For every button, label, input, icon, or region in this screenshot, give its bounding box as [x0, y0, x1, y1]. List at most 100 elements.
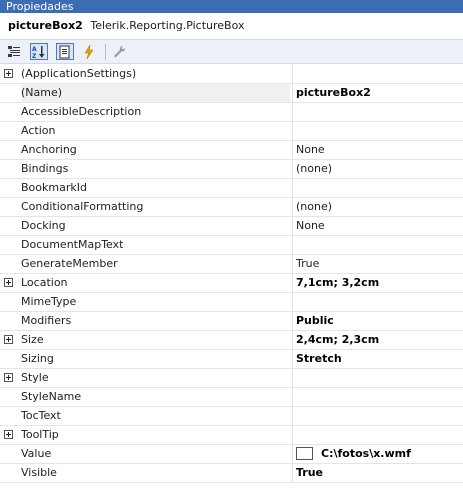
row-gutter: [0, 369, 17, 387]
column-divider: [292, 103, 293, 121]
property-name[interactable]: Anchoring: [21, 141, 290, 159]
property-row[interactable]: Action: [0, 122, 463, 141]
property-name[interactable]: Docking: [21, 217, 290, 235]
svg-text:A: A: [32, 46, 37, 53]
property-value[interactable]: [296, 369, 461, 387]
property-pages-button[interactable]: [110, 43, 128, 60]
property-row[interactable]: StyleName: [0, 388, 463, 407]
expand-icon[interactable]: [4, 335, 13, 344]
property-name[interactable]: (Name): [21, 84, 290, 102]
svg-text:Z: Z: [32, 53, 37, 59]
property-name[interactable]: Visible: [21, 464, 290, 482]
property-name[interactable]: (ApplicationSettings): [21, 65, 290, 83]
property-value-text: (none): [296, 200, 333, 213]
property-name[interactable]: ConditionalFormatting: [21, 198, 290, 216]
property-value[interactable]: [296, 65, 461, 83]
property-name[interactable]: AccessibleDescription: [21, 103, 290, 121]
property-grid: (ApplicationSettings) (Name) pictureBox2 Ac…: [0, 65, 463, 485]
property-value[interactable]: (none): [296, 198, 461, 216]
property-value[interactable]: [296, 103, 461, 121]
property-name[interactable]: Value: [21, 445, 290, 463]
property-name[interactable]: Size: [21, 331, 290, 349]
grid-footer: [0, 485, 463, 503]
property-name[interactable]: DocumentMapText: [21, 236, 290, 254]
property-name[interactable]: StyleName: [21, 388, 290, 406]
property-value[interactable]: [296, 122, 461, 140]
property-name[interactable]: ToolTip: [21, 426, 290, 444]
categorized-button[interactable]: [5, 43, 23, 60]
property-row[interactable]: Anchoring None: [0, 141, 463, 160]
column-divider: [292, 464, 293, 482]
property-name[interactable]: Action: [21, 122, 290, 140]
property-value-text: (none): [296, 162, 333, 175]
property-row[interactable]: Size 2,4cm; 2,3cm: [0, 331, 463, 350]
property-row[interactable]: BookmarkId: [0, 179, 463, 198]
property-value[interactable]: None: [296, 217, 461, 235]
property-row[interactable]: Value C:\fotos\x.wmf: [0, 445, 463, 464]
property-value[interactable]: [296, 179, 461, 197]
property-value[interactable]: Stretch: [296, 350, 461, 368]
property-name[interactable]: Location: [21, 274, 290, 292]
property-value[interactable]: pictureBox2: [296, 84, 461, 102]
property-pages-toggle[interactable]: [56, 43, 74, 60]
property-row[interactable]: TocText: [0, 407, 463, 426]
property-value[interactable]: [296, 388, 461, 406]
property-value-text: pictureBox2: [296, 86, 371, 99]
row-gutter: [0, 388, 17, 406]
property-name[interactable]: Style: [21, 369, 290, 387]
property-row[interactable]: Visible True: [0, 464, 463, 483]
row-gutter: [0, 103, 17, 121]
property-row[interactable]: ConditionalFormatting (none): [0, 198, 463, 217]
alphabetical-button[interactable]: A Z: [30, 43, 48, 60]
property-row[interactable]: ToolTip: [0, 426, 463, 445]
property-name[interactable]: Sizing: [21, 350, 290, 368]
row-gutter: [0, 122, 17, 140]
column-divider: [292, 388, 293, 406]
property-name[interactable]: Modifiers: [21, 312, 290, 330]
property-value[interactable]: [296, 293, 461, 311]
column-divider: [292, 293, 293, 311]
property-value[interactable]: (none): [296, 160, 461, 178]
expand-icon[interactable]: [4, 430, 13, 439]
column-divider: [292, 331, 293, 349]
property-value[interactable]: 2,4cm; 2,3cm: [296, 331, 461, 349]
column-divider: [292, 160, 293, 178]
object-selector[interactable]: pictureBox2 Telerik.Reporting.PictureBox: [0, 13, 463, 39]
property-value[interactable]: True: [296, 464, 461, 482]
column-divider: [292, 312, 293, 330]
property-row[interactable]: AccessibleDescription: [0, 103, 463, 122]
property-value[interactable]: [296, 407, 461, 425]
property-row[interactable]: (ApplicationSettings): [0, 65, 463, 84]
property-name[interactable]: Bindings: [21, 160, 290, 178]
property-row[interactable]: DocumentMapText: [0, 236, 463, 255]
property-value[interactable]: [296, 236, 461, 254]
property-value[interactable]: 7,1cm; 3,2cm: [296, 274, 461, 292]
property-value[interactable]: C:\fotos\x.wmf: [296, 445, 461, 463]
row-gutter: [0, 350, 17, 368]
property-row[interactable]: Docking None: [0, 217, 463, 236]
property-value[interactable]: True: [296, 255, 461, 273]
property-value[interactable]: Public: [296, 312, 461, 330]
property-row[interactable]: Bindings (none): [0, 160, 463, 179]
property-row[interactable]: Sizing Stretch: [0, 350, 463, 369]
property-value[interactable]: [296, 426, 461, 444]
property-row[interactable]: Modifiers Public: [0, 312, 463, 331]
expand-icon[interactable]: [4, 373, 13, 382]
property-row[interactable]: GenerateMember True: [0, 255, 463, 274]
row-gutter: [0, 407, 17, 425]
expand-icon[interactable]: [4, 278, 13, 287]
window-title: Propiedades: [0, 0, 463, 13]
property-name[interactable]: MimeType: [21, 293, 290, 311]
property-name[interactable]: GenerateMember: [21, 255, 290, 273]
property-name[interactable]: TocText: [21, 407, 290, 425]
property-name[interactable]: BookmarkId: [21, 179, 290, 197]
property-row[interactable]: Location 7,1cm; 3,2cm: [0, 274, 463, 293]
property-row[interactable]: (Name) pictureBox2: [0, 84, 463, 103]
column-divider: [292, 122, 293, 140]
property-row[interactable]: MimeType: [0, 293, 463, 312]
events-button[interactable]: [80, 43, 98, 60]
property-row[interactable]: Style: [0, 369, 463, 388]
property-value[interactable]: None: [296, 141, 461, 159]
column-divider: [292, 236, 293, 254]
expand-icon[interactable]: [4, 69, 13, 78]
